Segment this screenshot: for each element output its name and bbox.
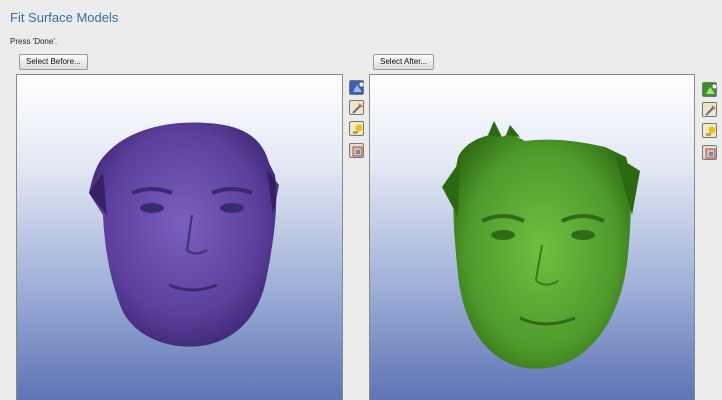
- model-color-icon[interactable]: [702, 82, 717, 97]
- model-color-icon[interactable]: [349, 80, 364, 95]
- before-face-model: [89, 122, 279, 347]
- landmark-icon[interactable]: [702, 123, 717, 138]
- draw-icon[interactable]: [702, 102, 717, 117]
- before-face-surface: [89, 122, 277, 347]
- select-before-button[interactable]: Select Before...: [19, 54, 88, 70]
- face-view-icon[interactable]: [349, 143, 364, 158]
- landmark-icon[interactable]: [349, 121, 364, 136]
- page-title: Fit Surface Models: [10, 10, 119, 25]
- draw-icon[interactable]: [349, 100, 364, 115]
- face-view-icon[interactable]: [702, 145, 717, 160]
- before-3d-viewer[interactable]: [16, 74, 343, 400]
- after-face-model: [442, 121, 640, 369]
- after-3d-viewer[interactable]: [369, 74, 695, 400]
- select-after-button[interactable]: Select After...: [373, 54, 435, 70]
- instruction-text: Press 'Done'.: [10, 37, 58, 46]
